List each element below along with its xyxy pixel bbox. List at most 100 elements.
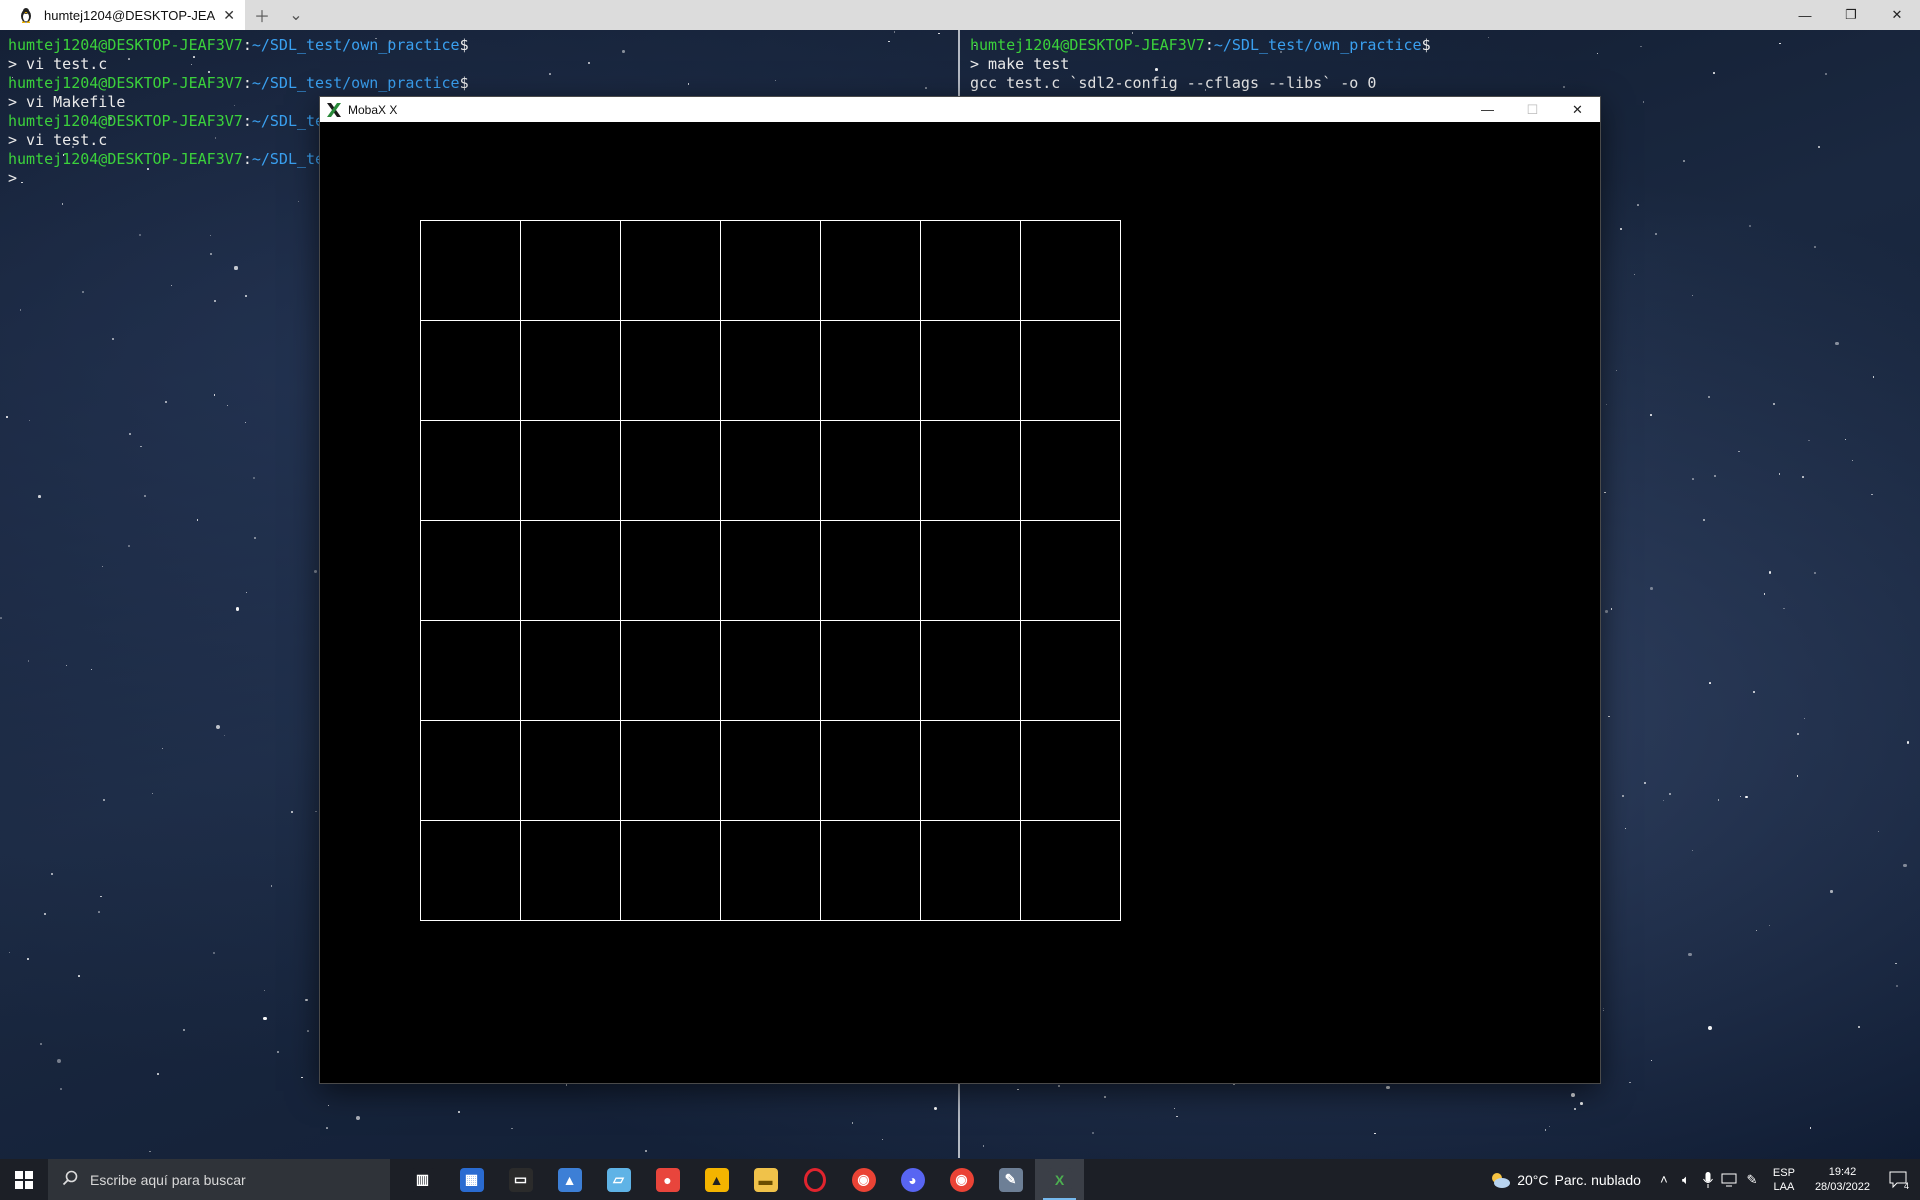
grid-cell: [1020, 220, 1121, 321]
prompt-path: ~/SDL_test/own_practice: [1213, 36, 1422, 54]
taskbar-app-mobaxterm[interactable]: X: [1035, 1159, 1084, 1200]
taskbar-app-store[interactable]: ▦: [447, 1159, 496, 1200]
lang-top: ESP: [1772, 1166, 1795, 1179]
grid-cell: [520, 320, 621, 421]
taskbar-search-box[interactable]: Escribe aquí para buscar: [48, 1159, 390, 1200]
app-yellow-icon: ▲: [704, 1167, 729, 1192]
terminal-line: humtej1204@DESKTOP-JEAF3V7:~/SDL_test/ow…: [8, 74, 958, 93]
taskbar-app-task-view[interactable]: ▥: [398, 1159, 447, 1200]
grid-cell: [920, 620, 1021, 721]
store-icon: ▦: [459, 1167, 484, 1192]
taskbar-app-chrome[interactable]: ◉: [937, 1159, 986, 1200]
prompt-user: humtej1204@DESKTOP-JEAF3V7: [8, 74, 243, 92]
prompt-separator: :: [242, 112, 252, 130]
prompt-path: ~/SDL_test/own_practice: [251, 36, 460, 54]
weather-text: Parc. nublado: [1554, 1171, 1641, 1188]
sdl-render-canvas[interactable]: [320, 122, 1600, 1083]
taskbar-app-discord[interactable]: ◕: [888, 1159, 937, 1200]
prompt-separator: :: [242, 150, 252, 168]
x-maximize-button[interactable]: ☐: [1510, 97, 1555, 122]
star: [893, 31, 896, 33]
taskbar-app-terminal[interactable]: ▭: [496, 1159, 545, 1200]
terminal-line: humtej1204@DESKTOP-JEAF3V7:~/SDL_test/ow…: [970, 36, 1910, 55]
grid-cell: [620, 220, 721, 321]
x-minimize-button[interactable]: —: [1465, 97, 1510, 122]
grid-cell: [720, 320, 821, 421]
grid-cell: [420, 420, 521, 521]
prompt-end: $: [459, 74, 469, 92]
grid-cell: [420, 820, 521, 921]
prompt-user: humtej1204@DESKTOP-JEAF3V7: [8, 150, 243, 168]
notification-center-button[interactable]: 4: [1880, 1170, 1920, 1190]
minimize-button[interactable]: —: [1782, 0, 1828, 30]
grid-cell: [620, 320, 721, 421]
titlebar-drag-area[interactable]: [313, 0, 1782, 30]
grid-cell: [520, 520, 621, 621]
grid-cell: [820, 320, 921, 421]
network-icon[interactable]: [1719, 1173, 1741, 1187]
search-placeholder: Escribe aquí para buscar: [90, 1171, 246, 1188]
prompt-user: humtej1204@DESKTOP-JEAF3V7: [8, 36, 243, 54]
close-button[interactable]: ✕: [1874, 0, 1920, 30]
terminal-icon: ▭: [508, 1167, 533, 1192]
x-close-button[interactable]: ✕: [1555, 97, 1600, 122]
grid-cell: [920, 820, 1021, 921]
prompt-user: humtej1204@DESKTOP-JEAF3V7: [970, 36, 1205, 54]
grid-cell: [620, 520, 721, 621]
start-button[interactable]: [0, 1159, 48, 1200]
weather-widget[interactable]: 20°C Parc. nublado: [1489, 1171, 1641, 1189]
grid-cell: [920, 720, 1021, 821]
volume-icon[interactable]: 🔈︎: [1675, 1172, 1697, 1188]
input-language[interactable]: ESP LAA: [1773, 1166, 1795, 1194]
grid-cell: [820, 620, 921, 721]
star: [1131, 32, 1134, 34]
pen-icon[interactable]: ✎: [1741, 1172, 1763, 1188]
prompt-path: ~/SDL_te: [251, 150, 325, 168]
grid-cell: [1020, 620, 1121, 721]
tab-close-icon[interactable]: ✕: [223, 7, 235, 24]
chrome-icon: ◉: [851, 1167, 876, 1192]
star: [0, 617, 3, 619]
grid-cell: [1020, 420, 1121, 521]
grid-cell: [1020, 720, 1121, 821]
maximize-button[interactable]: ❐: [1828, 0, 1874, 30]
taskbar-app-file-explorer[interactable]: ▬: [741, 1159, 790, 1200]
taskbar-app-notepad[interactable]: ▱: [594, 1159, 643, 1200]
tab-dropdown-chevron-icon[interactable]: ⌄: [279, 0, 313, 30]
file-explorer-icon: ▬: [753, 1167, 778, 1192]
taskbar-app-app-yellow[interactable]: ▲: [692, 1159, 741, 1200]
grid-cell: [520, 720, 621, 821]
mobax-x-icon: [327, 102, 341, 117]
search-icon: [62, 1170, 78, 1189]
prompt-end: $: [459, 36, 469, 54]
clock[interactable]: 19:42 28/03/2022: [1815, 1165, 1870, 1195]
taskbar-app-photos[interactable]: ▲: [545, 1159, 594, 1200]
app-red-icon: ●: [655, 1167, 680, 1192]
x-window-titlebar[interactable]: MobaX X — ☐ ✕: [320, 97, 1600, 122]
taskbar-app-opera[interactable]: [790, 1159, 839, 1200]
grid-cell: [720, 220, 821, 321]
new-tab-plus-icon[interactable]: ＋: [245, 0, 279, 30]
grid-cell: [620, 620, 721, 721]
tab-title: humtej1204@DESKTOP-JEAF3V: [44, 7, 216, 23]
grid-cell: [920, 220, 1021, 321]
prompt-end: $: [1421, 36, 1431, 54]
microphone-icon[interactable]: [1697, 1171, 1719, 1188]
grid-cell: [720, 520, 821, 621]
taskbar-app-app-red[interactable]: ●: [643, 1159, 692, 1200]
grid-cell: [420, 520, 521, 621]
grid-cell: [1020, 520, 1121, 621]
show-hidden-icons-chevron-icon[interactable]: ˄: [1653, 1172, 1675, 1187]
lang-bottom: LAA: [1773, 1180, 1795, 1193]
grid-cell: [1020, 320, 1121, 421]
photos-icon: ▲: [557, 1167, 582, 1192]
taskbar-app-chrome[interactable]: ◉: [839, 1159, 888, 1200]
terminal-tab[interactable]: humtej1204@DESKTOP-JEAF3V ✕: [0, 0, 245, 30]
terminal-line: humtej1204@DESKTOP-JEAF3V7:~/SDL_test/ow…: [8, 36, 958, 55]
grid-cell: [920, 320, 1021, 421]
grid-cell: [920, 420, 1021, 521]
terminal-line: gcc test.c `sdl2-config --cflags --libs`…: [970, 74, 1377, 92]
mobaxterm-icon: X: [1047, 1167, 1072, 1192]
notepad-icon: ▱: [606, 1167, 631, 1192]
taskbar-app-paint[interactable]: ✎: [986, 1159, 1035, 1200]
